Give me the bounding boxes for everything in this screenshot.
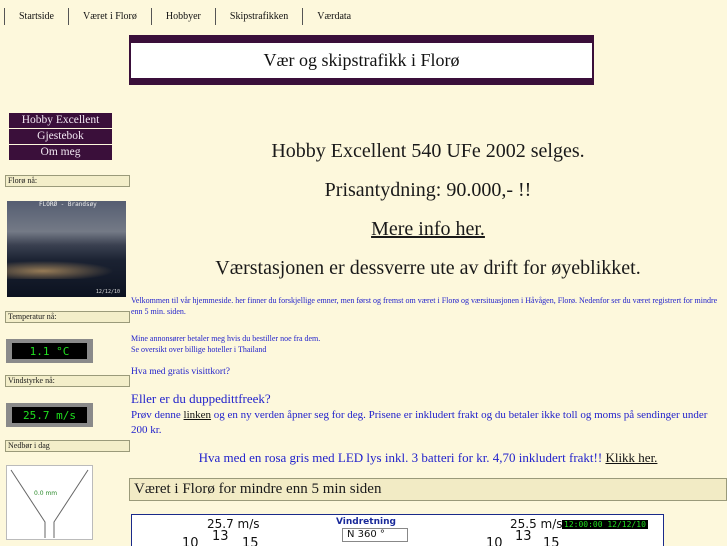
headline-hobby: Hobby Excellent 540 UFe 2002 selges. <box>271 140 585 162</box>
menu-hobby-excellent[interactable]: Hobby Excellent <box>9 113 112 128</box>
nav-vaeret-i-floro[interactable]: Været i Florø <box>68 7 151 25</box>
floro-now-label: Florø nå: <box>5 175 130 187</box>
webcam-lights <box>7 259 126 279</box>
free-business-cards-link[interactable]: Hva med gratis visittkort? <box>131 367 230 377</box>
gadget-text-post: og en ny verden åpner seg for deg. Prise… <box>131 409 708 436</box>
nav-skipstrafikken[interactable]: Skipstrafikken <box>214 7 302 25</box>
gadget-text: Prøv denne linken og en ny verden åpner … <box>131 408 723 438</box>
temperature-value: 1.1 °C <box>12 343 87 359</box>
more-info-link[interactable]: Mere info her. <box>371 218 485 240</box>
rain-funnel-icon <box>10 469 89 538</box>
station-notice: Værstasjonen er dessverre ute av drift f… <box>215 257 641 279</box>
nav-hobbyer[interactable]: Hobbyer <box>150 7 215 25</box>
wind-display: 25.7 m/s <box>6 403 93 427</box>
wind-direction-value: N 360 ° <box>342 528 408 542</box>
nav-startside[interactable]: Startside <box>4 7 68 25</box>
header-banner: Vær og skipstrafikk i Florø <box>129 35 594 85</box>
nav-vaerdata[interactable]: Værdata <box>302 7 365 25</box>
top-nav: Startside Været i Florø Hobbyer Skipstra… <box>4 6 365 26</box>
led-offer-text: Hva med en rosa gris med LED lys inkl. 3… <box>198 450 606 465</box>
station-clock: 12:00:00 12/12/10 <box>562 520 648 529</box>
headline-price: Prisantydning: 90.000,- !! <box>324 179 532 201</box>
rain-value: 0.0 mm <box>34 490 58 497</box>
more-info-line: Mere info her. <box>129 218 727 241</box>
sponsor-text: Mine annonsører betaler meg hvis du best… <box>131 333 723 355</box>
rain-label: Nedbør i dag <box>5 440 130 452</box>
webcam-title: FLORØ - Brandsøy <box>39 201 97 208</box>
led-offer: Hva med en rosa gris med LED lys inkl. 3… <box>129 450 727 466</box>
page-title: Vær og skipstrafikk i Florø <box>131 43 592 78</box>
wind-direction-label: Vindretning <box>336 517 396 527</box>
menu-om-meg[interactable]: Om meg <box>9 145 112 160</box>
temperature-label: Temperatur nå: <box>5 311 130 323</box>
sponsor-line-1: Mine annonsører betaler meg hvis du best… <box>131 334 321 343</box>
menu-gjestebok[interactable]: Gjestebok <box>9 129 112 144</box>
rain-gauge: 0.0 mm <box>6 465 93 540</box>
gadget-title: Eller er du duppedittfreek? <box>131 391 271 406</box>
led-offer-link[interactable]: Klikk her. <box>605 450 657 465</box>
wind-value: 25.7 m/s <box>12 407 87 423</box>
welcome-text: Velkommen til vår hjemmeside. her finner… <box>131 296 718 316</box>
thailand-hotels-link[interactable]: Se oversikt over billige hoteller i Thai… <box>131 344 723 355</box>
gauge-right-tick-13: 13 <box>515 529 532 544</box>
wind-label: Vindstyrke nå: <box>5 375 130 387</box>
weather-section-heading: Været i Florø for mindre enn 5 min siden <box>129 478 727 501</box>
webcam-image[interactable]: FLORØ - Brandsøy 12/12/10 <box>7 201 126 297</box>
webcam-timestamp: 12/12/10 <box>95 289 120 295</box>
side-menu: Hobby Excellent Gjestebok Om meg <box>9 113 112 161</box>
gadget-text-pre: Prøv denne <box>131 409 184 421</box>
gauge-left-tick-13: 13 <box>212 529 229 544</box>
gadget-link[interactable]: linken <box>184 409 212 421</box>
temperature-display: 1.1 °C <box>6 339 93 363</box>
weather-instrument-panel: 25.7 m/s 10 13 15 Vindretning N 360 ° 25… <box>131 514 664 546</box>
